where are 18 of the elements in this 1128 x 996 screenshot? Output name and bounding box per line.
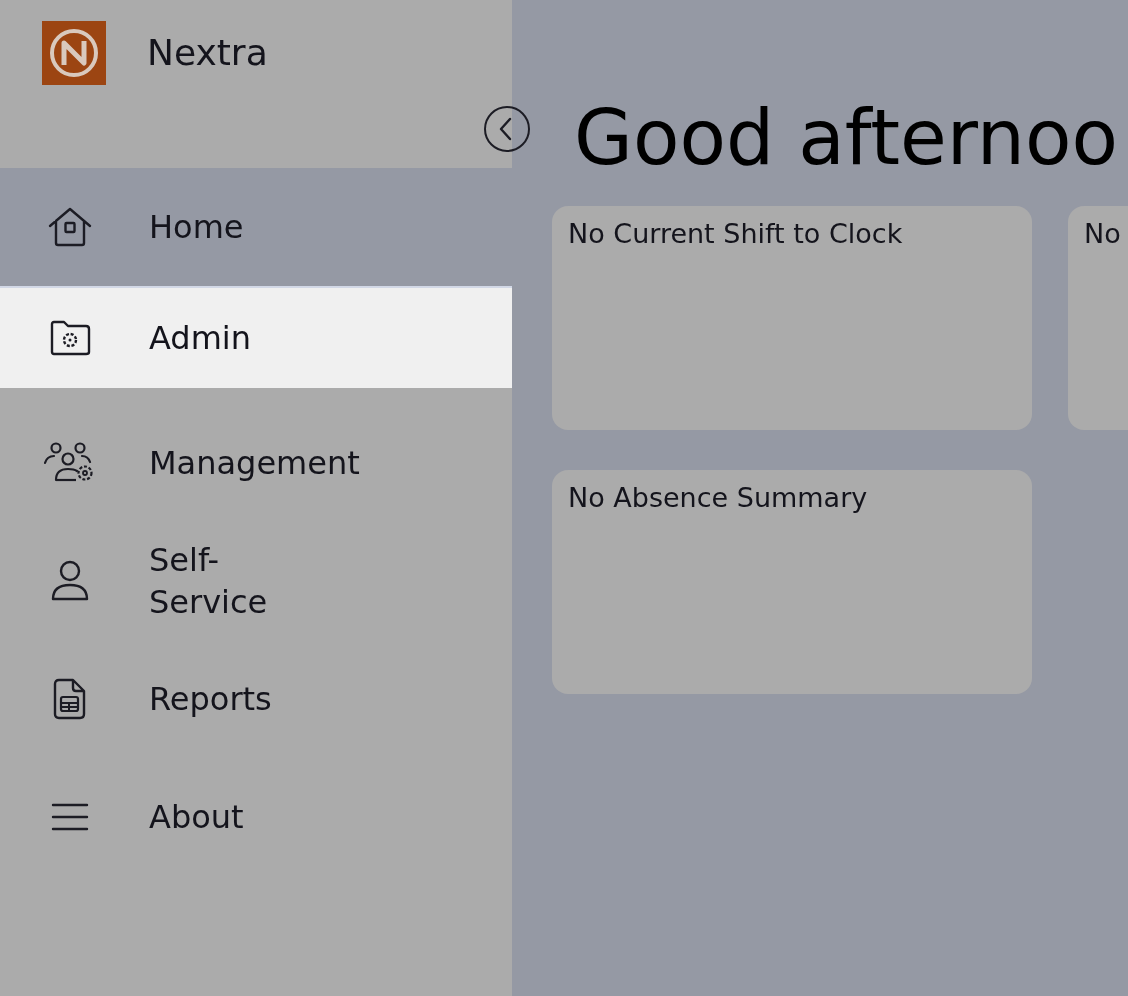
nav-item[interactable]: Management <box>0 404 512 522</box>
spreadsheet-document-icon <box>52 678 87 720</box>
person-icon <box>50 560 89 602</box>
collapse-button[interactable] <box>482 104 532 154</box>
card-title: No <box>1084 218 1121 249</box>
greeting-heading: Good afternoo <box>574 92 1119 184</box>
logo-icon <box>42 21 106 85</box>
card-title: No Absence Summary <box>568 482 868 513</box>
nav-item[interactable]: Home <box>0 168 512 286</box>
home-icon <box>46 206 93 248</box>
nav-item[interactable]: Reports <box>0 640 512 758</box>
card-title: No Current Shift to Clock <box>568 218 903 249</box>
brand-name: Nextra <box>147 31 268 75</box>
nav-item[interactable]: About <box>0 758 512 876</box>
folder-gear-icon <box>48 320 91 356</box>
menu-icon <box>50 802 89 832</box>
users-gear-icon <box>43 442 96 484</box>
nav-item[interactable]: Self- Service <box>0 522 512 640</box>
